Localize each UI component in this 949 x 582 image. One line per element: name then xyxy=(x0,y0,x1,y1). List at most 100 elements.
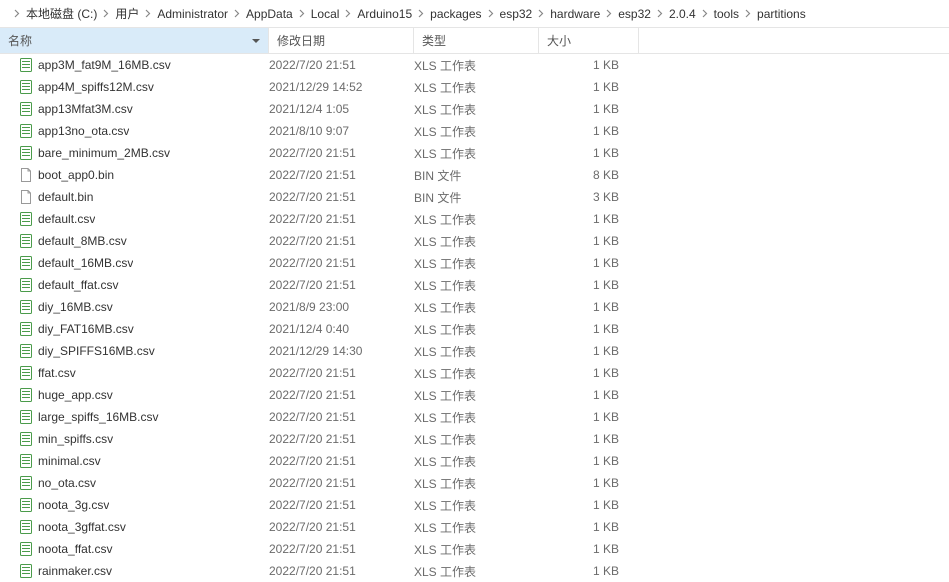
file-type-cell: BIN 文件 xyxy=(414,189,539,206)
file-type-cell: XLS 工作表 xyxy=(414,563,539,580)
file-type-cell: XLS 工作表 xyxy=(414,299,539,316)
file-type-cell: XLS 工作表 xyxy=(414,431,539,448)
chevron-right-icon xyxy=(538,9,544,18)
breadcrumb-segment[interactable]: packages xyxy=(430,7,481,21)
file-row[interactable]: default_8MB.csv2022/7/20 21:51XLS 工作表1 K… xyxy=(0,230,949,252)
file-type-cell: XLS 工作表 xyxy=(414,255,539,272)
generic-file-icon xyxy=(18,167,34,183)
breadcrumb-segment[interactable]: hardware xyxy=(550,7,600,21)
breadcrumb-segment[interactable]: 本地磁盘 (C:) xyxy=(26,5,97,22)
file-row[interactable]: app3M_fat9M_16MB.csv2022/7/20 21:51XLS 工… xyxy=(0,54,949,76)
file-row[interactable]: min_spiffs.csv2022/7/20 21:51XLS 工作表1 KB xyxy=(0,428,949,450)
file-size-cell: 1 KB xyxy=(539,454,639,468)
file-type-cell: XLS 工作表 xyxy=(414,79,539,96)
breadcrumb-segment[interactable]: Administrator xyxy=(157,7,228,21)
file-row[interactable]: boot_app0.bin2022/7/20 21:51BIN 文件8 KB xyxy=(0,164,949,186)
column-headers: 名称 修改日期 类型 大小 xyxy=(0,28,949,54)
file-row[interactable]: diy_SPIFFS16MB.csv2021/12/29 14:30XLS 工作… xyxy=(0,340,949,362)
file-row[interactable]: default.csv2022/7/20 21:51XLS 工作表1 KB xyxy=(0,208,949,230)
file-date-cell: 2022/7/20 21:51 xyxy=(269,432,414,446)
file-name-cell: diy_SPIFFS16MB.csv xyxy=(18,343,269,359)
file-type-cell: XLS 工作表 xyxy=(414,453,539,470)
spreadsheet-file-icon xyxy=(18,321,34,337)
file-name-cell: min_spiffs.csv xyxy=(18,431,269,447)
file-row[interactable]: no_ota.csv2022/7/20 21:51XLS 工作表1 KB xyxy=(0,472,949,494)
generic-file-icon xyxy=(18,189,34,205)
file-type-cell: XLS 工作表 xyxy=(414,211,539,228)
file-row[interactable]: app13no_ota.csv2021/8/10 9:07XLS 工作表1 KB xyxy=(0,120,949,142)
spreadsheet-file-icon xyxy=(18,123,34,139)
file-name-cell: app4M_spiffs12M.csv xyxy=(18,79,269,95)
file-row[interactable]: huge_app.csv2022/7/20 21:51XLS 工作表1 KB xyxy=(0,384,949,406)
file-size-cell: 1 KB xyxy=(539,80,639,94)
spreadsheet-file-icon xyxy=(18,277,34,293)
file-row[interactable]: app13Mfat3M.csv2021/12/4 1:05XLS 工作表1 KB xyxy=(0,98,949,120)
file-row[interactable]: diy_16MB.csv2021/8/9 23:00XLS 工作表1 KB xyxy=(0,296,949,318)
file-row[interactable]: bare_minimum_2MB.csv2022/7/20 21:51XLS 工… xyxy=(0,142,949,164)
spreadsheet-file-icon xyxy=(18,541,34,557)
file-size-cell: 1 KB xyxy=(539,256,639,270)
spreadsheet-file-icon xyxy=(18,387,34,403)
file-name-label: noota_3g.csv xyxy=(38,498,109,512)
file-name-label: noota_3gffat.csv xyxy=(38,520,126,534)
file-row[interactable]: noota_ffat.csv2022/7/20 21:51XLS 工作表1 KB xyxy=(0,538,949,560)
spreadsheet-file-icon xyxy=(18,57,34,73)
file-name-cell: default_16MB.csv xyxy=(18,255,269,271)
file-date-cell: 2021/12/29 14:52 xyxy=(269,80,414,94)
breadcrumb-segment[interactable]: 2.0.4 xyxy=(669,7,696,21)
file-row[interactable]: default.bin2022/7/20 21:51BIN 文件3 KB xyxy=(0,186,949,208)
column-header-date[interactable]: 修改日期 xyxy=(269,28,414,53)
file-date-cell: 2022/7/20 21:51 xyxy=(269,278,414,292)
file-name-cell: noota_ffat.csv xyxy=(18,541,269,557)
breadcrumb-segment[interactable]: Arduino15 xyxy=(357,7,412,21)
breadcrumb-segment[interactable]: esp32 xyxy=(618,7,651,21)
column-header-name[interactable]: 名称 xyxy=(0,28,269,53)
spreadsheet-file-icon xyxy=(18,519,34,535)
file-name-label: minimal.csv xyxy=(38,454,101,468)
breadcrumb-segment[interactable]: AppData xyxy=(246,7,293,21)
file-row[interactable]: large_spiffs_16MB.csv2022/7/20 21:51XLS … xyxy=(0,406,949,428)
chevron-right-icon xyxy=(488,9,494,18)
file-type-cell: XLS 工作表 xyxy=(414,123,539,140)
file-type-cell: XLS 工作表 xyxy=(414,519,539,536)
file-date-cell: 2022/7/20 21:51 xyxy=(269,58,414,72)
column-header-size-label: 大小 xyxy=(547,32,571,49)
column-header-type[interactable]: 类型 xyxy=(414,28,539,53)
file-name-cell: rainmaker.csv xyxy=(18,563,269,579)
file-name-label: diy_FAT16MB.csv xyxy=(38,322,134,336)
breadcrumb-segment[interactable]: tools xyxy=(714,7,739,21)
breadcrumb-segment[interactable]: 用户 xyxy=(115,5,139,22)
file-size-cell: 1 KB xyxy=(539,366,639,380)
file-row[interactable]: minimal.csv2022/7/20 21:51XLS 工作表1 KB xyxy=(0,450,949,472)
file-type-cell: XLS 工作表 xyxy=(414,145,539,162)
file-row[interactable]: ffat.csv2022/7/20 21:51XLS 工作表1 KB xyxy=(0,362,949,384)
file-type-cell: XLS 工作表 xyxy=(414,101,539,118)
spreadsheet-file-icon xyxy=(18,79,34,95)
file-name-label: min_spiffs.csv xyxy=(38,432,113,446)
file-name-cell: app3M_fat9M_16MB.csv xyxy=(18,57,269,73)
file-row[interactable]: default_ffat.csv2022/7/20 21:51XLS 工作表1 … xyxy=(0,274,949,296)
breadcrumb-segment[interactable]: partitions xyxy=(757,7,806,21)
file-name-label: no_ota.csv xyxy=(38,476,96,490)
file-row[interactable]: diy_FAT16MB.csv2021/12/4 0:40XLS 工作表1 KB xyxy=(0,318,949,340)
file-name-label: default.bin xyxy=(38,190,93,204)
spreadsheet-file-icon xyxy=(18,343,34,359)
file-size-cell: 1 KB xyxy=(539,542,639,556)
file-size-cell: 1 KB xyxy=(539,212,639,226)
file-row[interactable]: noota_3gffat.csv2022/7/20 21:51XLS 工作表1 … xyxy=(0,516,949,538)
breadcrumb-segment[interactable]: Local xyxy=(311,7,340,21)
file-date-cell: 2021/12/4 0:40 xyxy=(269,322,414,336)
file-row[interactable]: default_16MB.csv2022/7/20 21:51XLS 工作表1 … xyxy=(0,252,949,274)
file-name-label: default.csv xyxy=(38,212,95,226)
file-size-cell: 1 KB xyxy=(539,300,639,314)
spreadsheet-file-icon xyxy=(18,563,34,579)
file-name-cell: default_ffat.csv xyxy=(18,277,269,293)
spreadsheet-file-icon xyxy=(18,145,34,161)
spreadsheet-file-icon xyxy=(18,453,34,469)
file-row[interactable]: noota_3g.csv2022/7/20 21:51XLS 工作表1 KB xyxy=(0,494,949,516)
breadcrumb[interactable]: 本地磁盘 (C:) 用户 Administrator AppData Local Ardu… xyxy=(0,0,949,28)
file-row[interactable]: app4M_spiffs12M.csv 2021/12/29 14:52XLS 工… xyxy=(0,76,949,98)
file-name-label: app4M_spiffs12M.csv xyxy=(38,80,154,94)
breadcrumb-segment[interactable]: esp32 xyxy=(500,7,533,21)
column-header-size[interactable]: 大小 xyxy=(539,28,639,53)
